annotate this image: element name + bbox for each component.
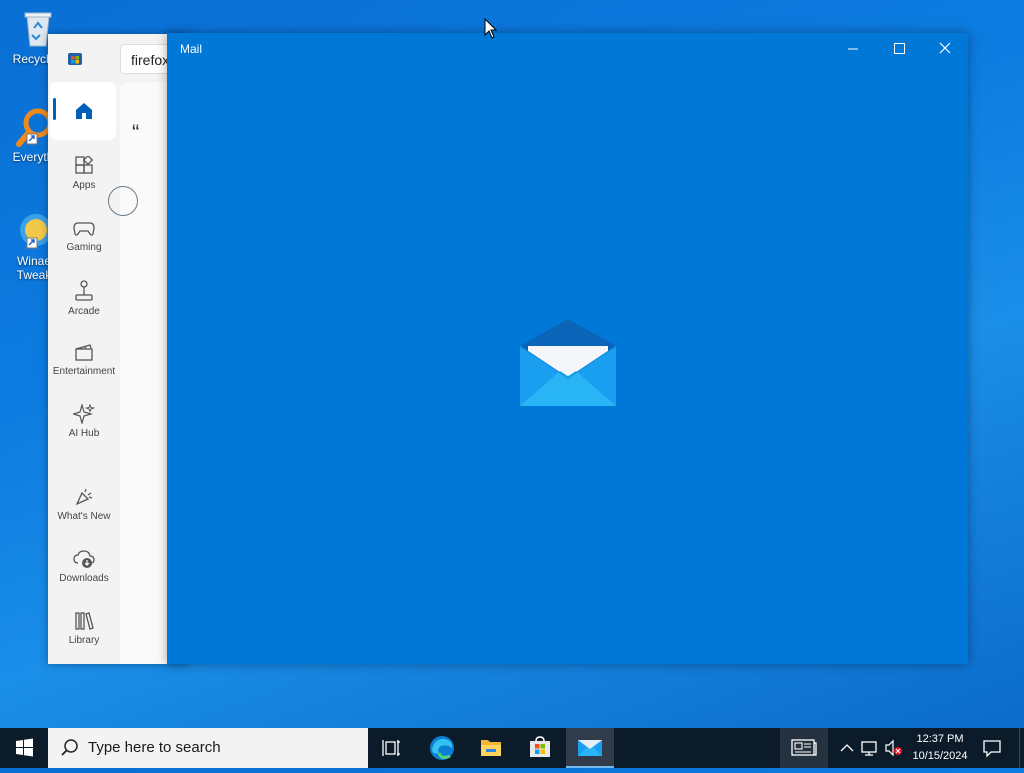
mail-window: Mail bbox=[167, 33, 968, 664]
clock-date: 10/15/2024 bbox=[912, 750, 968, 762]
taskbar-file-explorer[interactable] bbox=[467, 728, 515, 768]
ai-sparkle-icon bbox=[73, 404, 95, 424]
file-explorer-folder-icon bbox=[481, 740, 501, 756]
home-icon bbox=[76, 103, 92, 119]
nav-gaming-label: Gaming bbox=[66, 242, 102, 253]
edge-browser-icon bbox=[430, 736, 454, 760]
notification-icon bbox=[983, 740, 1001, 758]
mail-envelope-logo-icon bbox=[519, 319, 617, 406]
show-desktop-button[interactable] bbox=[1019, 728, 1024, 768]
store-logo-icon bbox=[67, 50, 83, 66]
nav-arcade[interactable]: Arcade bbox=[48, 280, 120, 317]
nav-home[interactable] bbox=[50, 82, 116, 140]
mail-envelope-icon bbox=[578, 740, 602, 756]
volume-muted-icon bbox=[885, 739, 902, 757]
maximize-icon bbox=[894, 43, 905, 54]
minimize-icon bbox=[848, 48, 858, 50]
search-icon bbox=[61, 739, 78, 756]
clock-time: 12:37 PM bbox=[916, 733, 964, 745]
nav-entertainment-label: Entertainment bbox=[52, 366, 116, 377]
nav-downloads[interactable]: Downloads bbox=[48, 549, 120, 584]
minimize-button[interactable] bbox=[830, 33, 876, 63]
maximize-button[interactable] bbox=[876, 33, 922, 63]
nav-whats-new[interactable]: What's New bbox=[48, 487, 120, 522]
entertainment-clapper-icon bbox=[75, 344, 93, 361]
mail-window-title: Mail bbox=[180, 42, 203, 56]
task-view-icon bbox=[382, 740, 400, 756]
content-quote-mark: “ bbox=[132, 120, 140, 145]
nav-apps[interactable]: Apps bbox=[48, 156, 120, 191]
show-hidden-icons-button[interactable] bbox=[837, 728, 857, 768]
taskbar-search-placeholder: Type here to search bbox=[88, 739, 221, 756]
start-button[interactable] bbox=[0, 728, 48, 768]
news-icon bbox=[791, 739, 817, 756]
nav-whats-new-label: What's New bbox=[57, 511, 111, 522]
nav-arcade-label: Arcade bbox=[68, 306, 100, 317]
whats-new-megaphone-icon bbox=[75, 488, 93, 506]
windows-start-icon bbox=[16, 738, 33, 757]
network-button[interactable] bbox=[859, 728, 881, 768]
close-icon bbox=[939, 42, 951, 54]
nav-home-indicator bbox=[53, 98, 56, 120]
nav-library[interactable]: Library bbox=[48, 611, 120, 646]
action-center-button[interactable] bbox=[978, 728, 1006, 768]
microsoft-store-bag-icon bbox=[530, 736, 550, 757]
taskbar: Type here to search 12:37 PM 10/15/2024 bbox=[0, 728, 1024, 768]
nav-downloads-label: Downloads bbox=[59, 573, 109, 584]
taskbar-mail[interactable] bbox=[566, 728, 614, 768]
mouse-cursor-icon bbox=[484, 18, 498, 39]
apps-icon bbox=[75, 156, 94, 174]
volume-button[interactable] bbox=[883, 728, 905, 768]
news-and-interests-button[interactable] bbox=[780, 728, 828, 768]
nav-entertainment[interactable]: Entertainment bbox=[48, 342, 120, 377]
close-button[interactable] bbox=[922, 33, 968, 63]
chevron-up-icon bbox=[840, 744, 854, 752]
nav-ai-hub[interactable]: AI Hub bbox=[48, 404, 120, 439]
clock[interactable]: 12:37 PM 10/15/2024 bbox=[904, 731, 976, 765]
taskbar-microsoft-store[interactable] bbox=[516, 728, 564, 768]
taskbar-search-box[interactable]: Type here to search bbox=[48, 728, 368, 768]
task-view-button[interactable] bbox=[368, 728, 416, 768]
nav-gaming[interactable]: Gaming bbox=[48, 218, 120, 253]
library-books-icon bbox=[75, 612, 94, 630]
arcade-joystick-icon bbox=[75, 280, 93, 301]
taskbar-edge[interactable] bbox=[418, 728, 466, 768]
nav-apps-label: Apps bbox=[72, 180, 96, 191]
gaming-controller-icon bbox=[73, 222, 95, 236]
network-icon bbox=[861, 741, 877, 756]
downloads-cloud-icon bbox=[73, 550, 95, 568]
nav-library-label: Library bbox=[68, 635, 100, 646]
nav-ai-hub-label: AI Hub bbox=[68, 428, 100, 439]
